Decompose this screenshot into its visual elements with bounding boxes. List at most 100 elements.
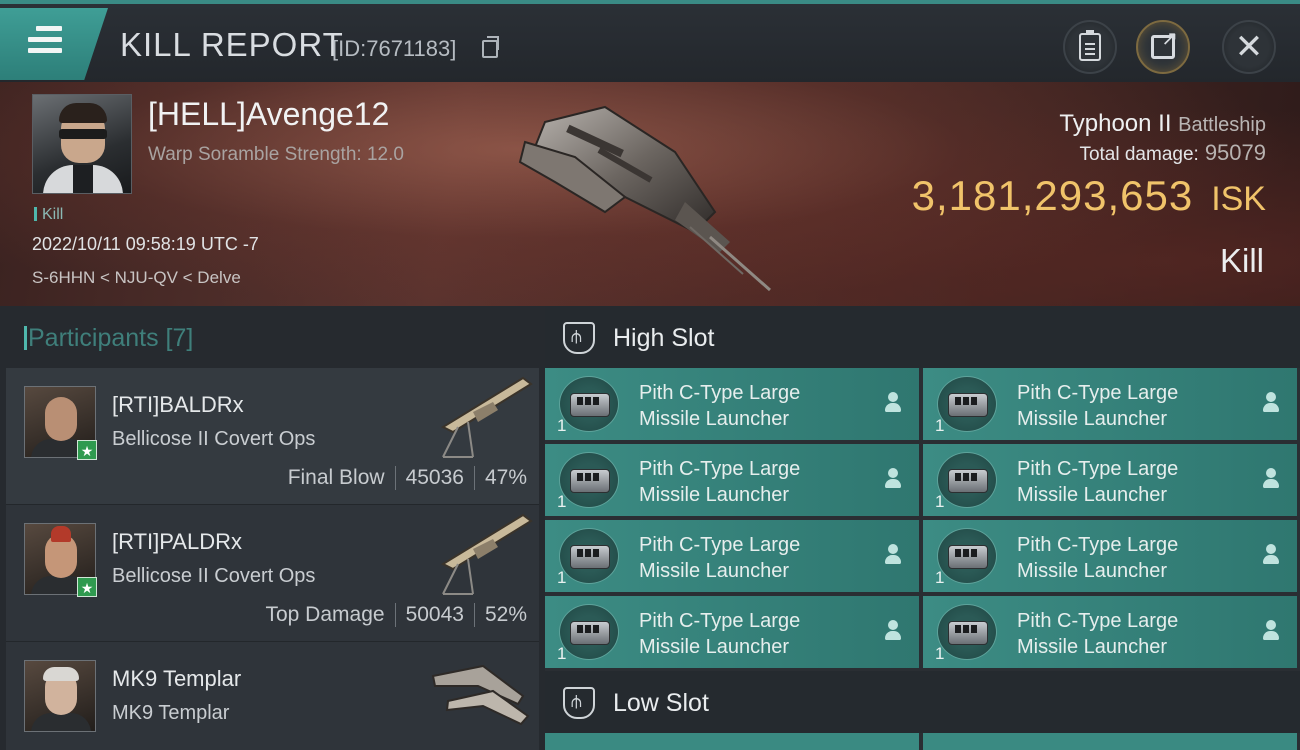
- module-item[interactable]: 1 Pith C-Type Large Missile Launcher: [545, 596, 919, 668]
- module-item[interactable]: 1 Pith C-Type Large Missile Launcher: [545, 444, 919, 516]
- high-slot-header: High Slot: [545, 306, 1300, 368]
- module-name-line2: Missile Launcher: [639, 484, 790, 506]
- module-name-line1: Pith C-Type Large: [639, 610, 801, 632]
- low-slot-header: Low Slot: [545, 671, 1300, 733]
- participant-ship: Bellicose II Covert Ops: [112, 565, 316, 587]
- clipboard-icon: [1079, 30, 1101, 61]
- star-icon: ★: [77, 577, 97, 597]
- module-name-line2: Missile Launcher: [639, 636, 790, 658]
- close-button[interactable]: ✕: [1222, 20, 1276, 74]
- module-quantity: 1: [557, 492, 567, 511]
- module-name-line1: Pith C-Type Large: [1017, 382, 1179, 404]
- module-name-line1: Pith C-Type Large: [639, 382, 801, 404]
- isk-unit: ISK: [1211, 180, 1266, 218]
- missile-launcher-icon: [937, 376, 997, 432]
- module-item[interactable]: [545, 733, 919, 750]
- stat-label: Final Blow: [287, 466, 385, 489]
- high-slot-label: High Slot: [613, 324, 715, 352]
- module-item[interactable]: 1 Pith C-Type Large Missile Launcher: [545, 368, 919, 440]
- participant-ship-image: [431, 664, 530, 726]
- share-button[interactable]: [1136, 20, 1190, 74]
- total-damage-value: 95079: [1204, 140, 1266, 165]
- participant-row[interactable]: ★ [RTI]PALDRx Bellicose II Covert Ops To…: [6, 505, 539, 642]
- module-item[interactable]: 1 Pith C-Type Large Missile Launcher: [923, 444, 1297, 516]
- module-item[interactable]: 1 Pith C-Type Large Missile Launcher: [923, 368, 1297, 440]
- kill-datetime: 2022/10/11 09:58:19 UTC -7: [32, 234, 259, 254]
- missile-launcher-icon: [559, 604, 619, 660]
- kill-location: S-6HHN < NJU-QV < Delve: [32, 268, 241, 287]
- module-quantity: 1: [935, 492, 945, 511]
- module-name-line1: Pith C-Type Large: [1017, 610, 1179, 632]
- stat-label: Top Damage: [265, 603, 385, 626]
- module-item[interactable]: 1 Pith C-Type Large Missile Launcher: [545, 520, 919, 592]
- missile-launcher-icon: [937, 604, 997, 660]
- module-item[interactable]: 1 Pith C-Type Large Missile Launcher: [923, 596, 1297, 668]
- module-name-line2: Missile Launcher: [1017, 636, 1168, 658]
- page-title: KILL REPORT: [120, 26, 344, 63]
- module-item[interactable]: 1 Pith C-Type Large Missile Launcher: [923, 520, 1297, 592]
- module-name-line2: Missile Launcher: [1017, 560, 1168, 582]
- victim-ship-type[interactable]: Typhoon II Battleship: [1059, 110, 1266, 138]
- close-icon: ✕: [1234, 28, 1264, 66]
- participant-avatar[interactable]: [24, 660, 96, 732]
- participants-list[interactable]: ★ [RTI]BALDRx Bellicose II Covert Ops Fi…: [6, 368, 539, 750]
- kill-tag: Kill: [34, 206, 63, 224]
- pilot-icon: [1263, 544, 1279, 566]
- menu-button[interactable]: [0, 8, 108, 80]
- module-name-line1: Pith C-Type Large: [1017, 458, 1179, 480]
- victim-name[interactable]: [HELL]Avenge12: [148, 96, 389, 133]
- total-damage-label: Total damage:: [1079, 144, 1199, 165]
- ship-class: Battleship: [1178, 114, 1266, 136]
- participants-title: Participants [7]: [23, 324, 194, 352]
- module-name-line1: Pith C-Type Large: [1017, 534, 1179, 556]
- pilot-icon: [1263, 392, 1279, 414]
- victim-warp-strength: Warp Soramble Strength: 12.0: [148, 144, 404, 165]
- victim-avatar[interactable]: [32, 94, 132, 194]
- stat-percent: 47%: [484, 466, 527, 489]
- missile-launcher-icon: [559, 376, 619, 432]
- module-quantity: 1: [935, 568, 945, 587]
- module-item[interactable]: [923, 733, 1297, 750]
- participant-name: [RTI]BALDRx: [112, 392, 244, 417]
- stat-damage: 45036: [405, 466, 464, 489]
- participant-ship: Bellicose II Covert Ops: [112, 428, 316, 450]
- pilot-icon: [885, 392, 901, 414]
- missile-launcher-icon: [559, 528, 619, 584]
- fitting-panel: High Slot 1 Pith C-Type Large Missile La…: [545, 306, 1300, 750]
- participant-row[interactable]: MK9 Templar MK9 Templar: [6, 642, 539, 750]
- total-damage: Total damage: 95079: [1079, 140, 1266, 166]
- module-name-line2: Missile Launcher: [639, 560, 790, 582]
- clipboard-button[interactable]: [1063, 20, 1117, 74]
- low-slot-icon: [563, 687, 595, 719]
- isk-amount: 3,181,293,653: [911, 172, 1194, 219]
- share-icon: [1151, 26, 1178, 59]
- missile-launcher-icon: [559, 452, 619, 508]
- pilot-icon: [885, 620, 901, 642]
- module-quantity: 1: [935, 644, 945, 663]
- pilot-icon: [1263, 620, 1279, 642]
- pilot-icon: [885, 544, 901, 566]
- participant-ship: MK9 Templar: [112, 702, 230, 724]
- module-name-line1: Pith C-Type Large: [639, 458, 801, 480]
- pilot-icon: [885, 468, 901, 490]
- participant-row[interactable]: ★ [RTI]BALDRx Bellicose II Covert Ops Fi…: [6, 368, 539, 505]
- participant-ship-image: [440, 376, 533, 458]
- victim-ship-image[interactable]: [515, 102, 785, 292]
- copy-icon[interactable]: [482, 36, 499, 58]
- participants-panel: Participants [7] ★ [RTI]BALDRx Bellicose…: [0, 306, 545, 750]
- victim-banner: [HELL]Avenge12 Warp Soramble Strength: 1…: [0, 82, 1300, 306]
- participant-stats: Final Blow 45036 47%: [288, 466, 527, 490]
- participant-ship-image: [440, 513, 533, 595]
- module-name-line2: Missile Launcher: [1017, 484, 1168, 506]
- module-quantity: 1: [935, 416, 945, 435]
- menu-icon: [28, 26, 62, 59]
- high-slot-icon: [563, 322, 595, 354]
- module-name-line1: Pith C-Type Large: [639, 534, 801, 556]
- star-icon: ★: [77, 440, 97, 460]
- isk-value: 3,181,293,653 ISK: [912, 172, 1266, 220]
- module-name-line2: Missile Launcher: [639, 408, 790, 430]
- module-quantity: 1: [557, 416, 567, 435]
- report-id: [ID:7671183]: [332, 36, 457, 61]
- module-quantity: 1: [557, 568, 567, 587]
- participant-stats: Top Damage 50043 52%: [265, 603, 527, 627]
